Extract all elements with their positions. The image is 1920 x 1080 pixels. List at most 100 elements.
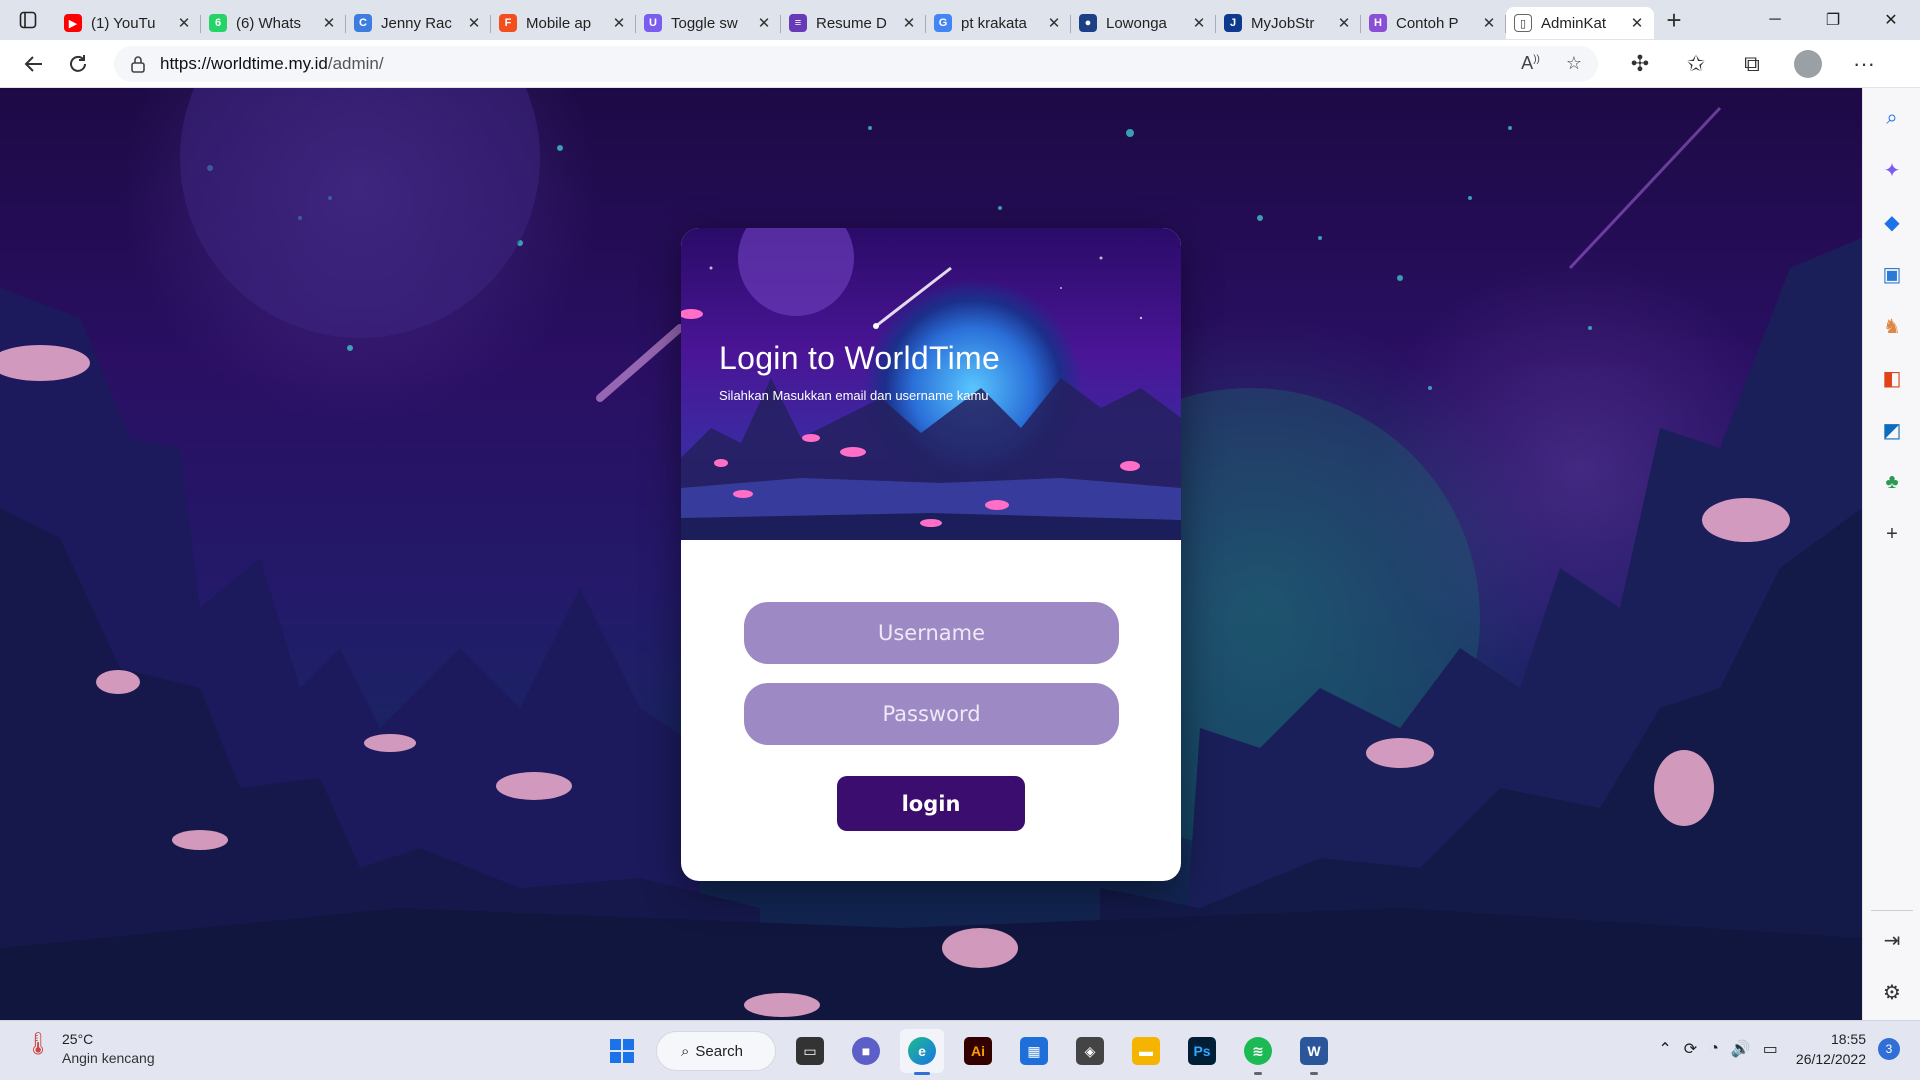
word-icon: W	[1300, 1037, 1328, 1065]
close-tab-icon[interactable]: ✕	[1480, 14, 1498, 32]
login-button[interactable]: login	[837, 776, 1025, 831]
password-input[interactable]	[744, 683, 1119, 745]
restore-button[interactable]: ❐	[1804, 0, 1862, 40]
unity-button[interactable]: ◈	[1068, 1029, 1112, 1073]
clock[interactable]: 18:55 26/12/2022	[1796, 1029, 1866, 1069]
outlook-icon[interactable]: ◩	[1880, 418, 1904, 442]
chevron-up-icon[interactable]: ⌃	[1658, 1039, 1671, 1059]
word-button[interactable]: W	[1292, 1029, 1336, 1075]
task-view-button[interactable]: ▭	[788, 1029, 832, 1073]
browser-tab[interactable]: C Jenny Rac ✕	[346, 7, 491, 39]
task-view-icon: ▭	[796, 1037, 824, 1065]
close-tab-icon[interactable]: ✕	[320, 14, 338, 32]
hide-sidebar-icon[interactable]: ⇥	[1880, 928, 1904, 952]
tab-title: Contoh P	[1396, 14, 1459, 32]
tab-title: (1) YouTu	[91, 14, 156, 32]
start-button[interactable]	[600, 1029, 644, 1073]
tab-list: ▶ (1) YouTu ✕ 6 (6) Whats ✕ C Jenny Rac ✕ F Mobile…	[56, 1, 1654, 39]
close-tab-icon[interactable]: ✕	[610, 14, 628, 32]
close-tab-icon[interactable]: ✕	[1045, 14, 1063, 32]
spotify-icon: ≋	[1244, 1037, 1272, 1065]
read-aloud-icon[interactable]: A))	[1521, 53, 1540, 74]
hashnode-icon: H	[1369, 14, 1387, 32]
address-bar-row: https://worldtime.my.id/admin/ A)) ☆ ✣ ✩…	[0, 40, 1920, 88]
page-background: Login to WorldTime Silahkan Masukkan ema…	[0, 88, 1862, 1020]
close-tab-icon[interactable]: ✕	[755, 14, 773, 32]
extensions-button[interactable]: ✣	[1612, 42, 1668, 86]
search-label: Search	[695, 1042, 743, 1060]
close-tab-icon[interactable]: ✕	[1335, 14, 1353, 32]
close-tab-icon[interactable]: ✕	[900, 14, 918, 32]
browser-tab[interactable]: ● Lowonga ✕	[1071, 7, 1216, 39]
notification-badge[interactable]: 3	[1878, 1038, 1900, 1060]
collections-button[interactable]: ⧉	[1724, 42, 1780, 86]
settings-more-button[interactable]: ···	[1836, 42, 1892, 86]
weather-widget[interactable]: 🌡 25°C Angin kencang	[24, 1031, 155, 1066]
taskbar-search[interactable]: ⌕ Search	[656, 1031, 776, 1071]
office-icon[interactable]: ◧	[1880, 366, 1904, 390]
tab-actions-button[interactable]	[0, 0, 56, 40]
close-tab-icon[interactable]: ✕	[175, 14, 193, 32]
puzzle-icon: ✣	[1630, 50, 1650, 76]
browser-tab[interactable]: 6 (6) Whats ✕	[201, 7, 346, 39]
teams-chat-button[interactable]: ■	[844, 1029, 888, 1073]
tab-title: pt krakata	[961, 14, 1027, 32]
sidebar-settings-icon[interactable]: ⚙	[1880, 980, 1904, 1004]
shopping-tag-icon[interactable]: ◆	[1880, 210, 1904, 234]
close-tab-icon[interactable]: ✕	[465, 14, 483, 32]
chat-icon: ■	[852, 1037, 880, 1065]
back-button[interactable]	[12, 42, 56, 86]
browser-tab[interactable]: U Toggle sw ✕	[636, 7, 781, 39]
store-button[interactable]: ▦	[1012, 1029, 1056, 1073]
browser-tab[interactable]: Gpt krakata ✕	[926, 7, 1071, 39]
lock-icon[interactable]	[130, 55, 146, 73]
close-window-button[interactable]: ✕	[1862, 0, 1920, 40]
address-bar[interactable]: https://worldtime.my.id/admin/ A)) ☆	[114, 45, 1598, 82]
search-magnifier-icon: ⌕	[681, 1042, 690, 1060]
illustrator-icon: Ai	[964, 1037, 992, 1065]
browser-tab[interactable]: ▶ (1) YouTu ✕	[56, 7, 201, 39]
browser-tab[interactable]: ≡ Resume D ✕	[781, 7, 926, 39]
games-icon[interactable]: ♞	[1880, 314, 1904, 338]
sidebar-divider	[1871, 910, 1913, 911]
add-favorite-icon[interactable]: ☆	[1566, 53, 1582, 74]
browser-tab[interactable]: J MyJobStr ✕	[1216, 7, 1361, 39]
wifi-icon[interactable]: ◔	[1709, 1040, 1719, 1058]
search-icon[interactable]: ⌕	[1880, 106, 1904, 130]
uiverse-icon: U	[644, 14, 662, 32]
browser-tab[interactable]: H Contoh P ✕	[1361, 7, 1506, 39]
browser-tab[interactable]: F Mobile ap ✕	[491, 7, 636, 39]
drop-tree-icon[interactable]: ♣	[1880, 470, 1904, 494]
profile-button[interactable]	[1780, 42, 1836, 86]
illustrator-button[interactable]: Ai	[956, 1029, 1000, 1073]
refresh-button[interactable]	[56, 42, 100, 86]
favorites-button[interactable]: ✩	[1668, 42, 1724, 86]
edge-taskbar-button[interactable]: e	[900, 1029, 944, 1075]
username-input[interactable]	[744, 602, 1119, 664]
url-path: /admin/	[327, 53, 384, 73]
cube-icon: ◈	[1076, 1037, 1104, 1065]
url-text[interactable]: https://worldtime.my.id/admin/	[160, 54, 384, 74]
tab-title: Lowonga	[1106, 14, 1167, 32]
file-explorer-button[interactable]: ▬	[1124, 1029, 1168, 1073]
system-tray: ⌃ ⟳ ◔ 🔊 ▭ 18:55 26/12/2022 3	[1658, 1029, 1900, 1069]
close-tab-icon[interactable]: ✕	[1190, 14, 1208, 32]
sync-icon[interactable]: ⟳	[1684, 1039, 1697, 1059]
back-arrow-icon	[24, 55, 42, 72]
spotify-button[interactable]: ≋	[1236, 1029, 1280, 1075]
jobstreet-icon: J	[1224, 14, 1242, 32]
minimize-button[interactable]: ─	[1746, 0, 1804, 40]
tools-briefcase-icon[interactable]: ▣	[1880, 262, 1904, 286]
youtube-icon: ▶	[64, 14, 82, 32]
browser-tab[interactable]: ▯ AdminKat ✕	[1506, 7, 1654, 39]
more-icon: ···	[1853, 50, 1875, 76]
space-scene-illustration	[681, 228, 1181, 540]
battery-icon[interactable]: ▭	[1763, 1039, 1778, 1059]
close-tab-icon[interactable]: ✕	[1628, 14, 1646, 32]
tab-title: Toggle sw	[671, 14, 738, 32]
photoshop-button[interactable]: Ps	[1180, 1029, 1224, 1073]
copilot-icon[interactable]: ✦	[1880, 158, 1904, 182]
volume-icon[interactable]: 🔊	[1731, 1039, 1751, 1059]
add-sidebar-app-icon[interactable]: +	[1880, 522, 1904, 546]
new-tab-button[interactable]: +	[1654, 0, 1694, 40]
